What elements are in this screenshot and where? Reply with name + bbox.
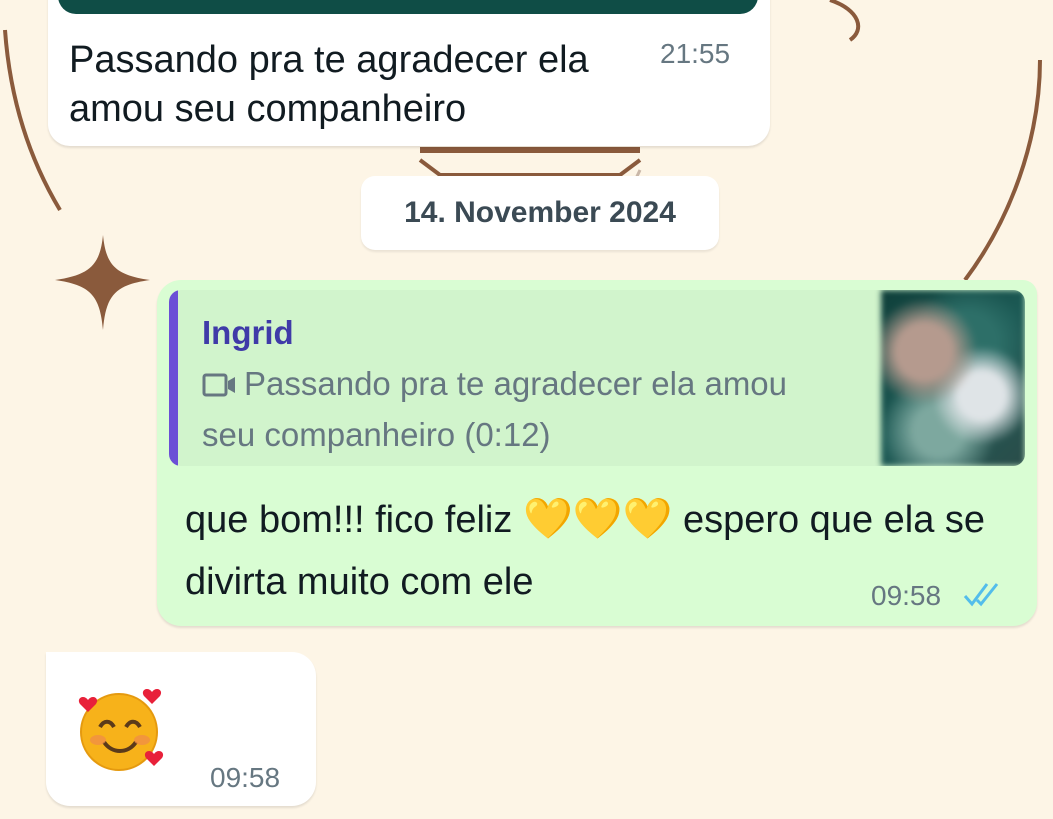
incoming-message-bubble[interactable]: Passando pra te agradecer ela amou seu c… <box>48 0 770 146</box>
media-preview-strip[interactable] <box>58 0 758 14</box>
quote-body: Passando pra te agradecer ela amou seu c… <box>202 360 802 459</box>
read-double-check-icon <box>963 580 1003 613</box>
message-text: Passando pra te agradecer ela amou seu c… <box>69 39 589 130</box>
message-time: 21:55 <box>660 38 731 69</box>
outgoing-message-bubble[interactable]: Ingrid Passando pra te agradecer ela amo… <box>157 280 1037 626</box>
date-separator: 14. November 2024 <box>361 176 719 250</box>
yellow-hearts-emoji: 💛💛💛 <box>522 497 673 541</box>
sparkle-icon <box>55 235 150 330</box>
quote-accent-bar <box>169 290 178 466</box>
quoted-message[interactable]: Ingrid Passando pra te agradecer ela amo… <box>169 290 1025 466</box>
quote-text: Passando pra te agradecer ela amou seu c… <box>202 365 788 453</box>
message-text-part1: que bom!!! fico feliz <box>185 499 513 541</box>
message-time: 09:58 <box>871 580 942 611</box>
video-thumbnail[interactable] <box>881 290 1025 466</box>
smiling-face-with-hearts-emoji <box>76 684 166 774</box>
video-camera-icon <box>202 363 238 411</box>
incoming-message-bubble[interactable]: 09:58 <box>46 652 316 806</box>
quote-author: Ingrid <box>202 314 294 351</box>
message-time: 09:58 <box>210 762 281 793</box>
